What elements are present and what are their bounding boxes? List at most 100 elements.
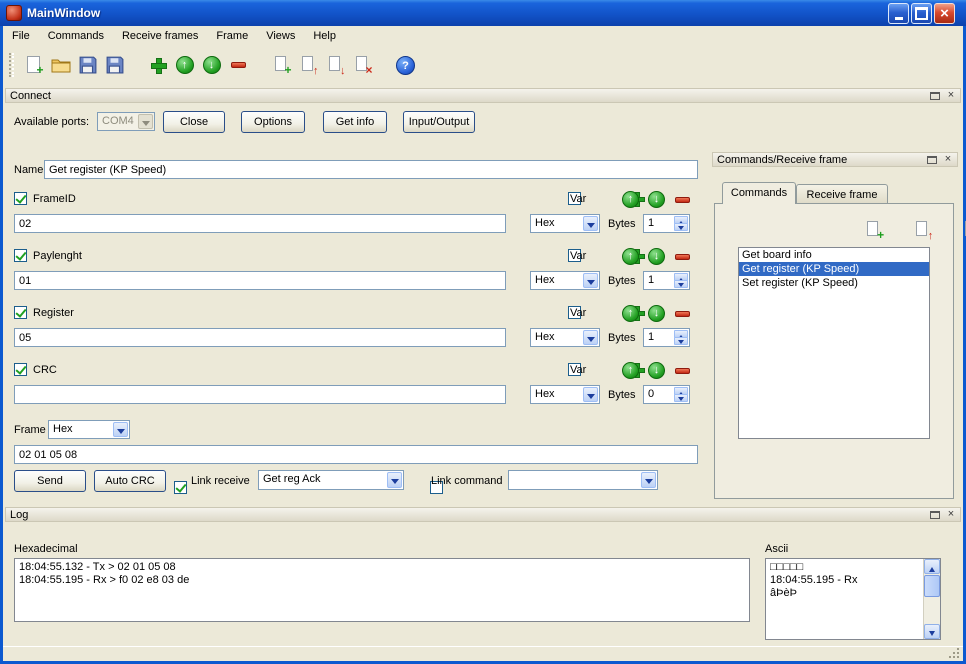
bytes-spinbox[interactable]: 1 [643,214,690,233]
options-button[interactable]: Options [241,111,305,133]
close-button[interactable] [934,3,955,24]
menu-views[interactable]: Views [257,27,304,45]
move-field-down-icon[interactable] [198,52,225,79]
ascii-log-area[interactable]: □□□□□ 18:04:55.195 - Rx âÞèÞ [765,558,941,640]
spin-down-icon[interactable] [674,394,688,402]
field-enabled-checkbox[interactable] [14,192,27,205]
auto-crc-button[interactable]: Auto CRC [94,470,166,492]
move-up-icon[interactable] [622,191,639,208]
link-command-combo[interactable] [508,470,658,490]
new-frame-icon[interactable] [20,52,47,79]
chevron-down-icon[interactable] [583,216,598,231]
field-enabled-checkbox[interactable] [14,306,27,319]
send-button[interactable]: Send [14,470,86,492]
field-value-input[interactable] [14,214,506,233]
field-type-combo[interactable]: Hex [530,328,600,347]
save-as-icon[interactable] [101,52,128,79]
tab-commands[interactable]: Commands [722,182,796,204]
bytes-spinbox[interactable]: 0 [643,385,690,404]
remove-field-icon[interactable] [675,197,690,203]
close-port-button[interactable]: Close [163,111,225,133]
move-down-icon[interactable] [648,362,665,379]
field-type-combo[interactable]: Hex [530,214,600,233]
move-down-icon[interactable] [648,305,665,322]
maximize-button[interactable] [911,3,932,24]
chevron-down-icon[interactable] [387,472,402,488]
field-value-input[interactable] [14,385,506,404]
receive-frame-combo[interactable]: Get reg Ack [258,470,404,490]
tab-receive-frame[interactable]: Receive frame [796,184,888,203]
connect-dock-titlebar[interactable]: Connect [5,88,961,103]
move-up-icon[interactable] [622,305,639,322]
hex-log-area[interactable]: 18:04:55.132 - Tx > 02 01 05 08 18:04:55… [14,558,750,622]
menu-receive-frames[interactable]: Receive frames [113,27,207,45]
move-up-icon[interactable] [622,362,639,379]
bytes-spinbox[interactable]: 1 [643,271,690,290]
scroll-down-icon[interactable] [924,624,940,639]
dock-close-icon[interactable] [943,155,953,165]
command-up-icon[interactable] [295,52,322,79]
menu-help[interactable]: Help [304,27,345,45]
link-receive-checkbox[interactable] [174,481,187,494]
field-type-combo[interactable]: Hex [530,271,600,290]
input-output-button[interactable]: Input/Output [403,111,475,133]
field-enabled-checkbox[interactable] [14,249,27,262]
add-field-icon[interactable] [144,52,171,79]
remove-field-icon[interactable] [675,311,690,317]
frame-value-input[interactable] [14,445,698,464]
menu-frame[interactable]: Frame [207,27,257,45]
minimize-button[interactable] [888,3,909,24]
toolbar-handle[interactable] [9,53,14,77]
chevron-down-icon[interactable] [583,387,598,402]
delete-command-icon[interactable] [349,52,376,79]
save-icon[interactable] [74,52,101,79]
log-dock-titlebar[interactable]: Log [5,507,961,522]
dock-float-icon[interactable] [927,155,937,164]
list-item-selected[interactable]: Get register (KP Speed) [739,262,929,276]
spin-down-icon[interactable] [674,280,688,288]
add-command-icon[interactable] [864,220,884,242]
spin-down-icon[interactable] [674,223,688,231]
move-down-icon[interactable] [648,248,665,265]
frame-type-combo[interactable]: Hex [48,420,130,439]
chevron-down-icon[interactable] [583,273,598,288]
field-enabled-checkbox[interactable] [14,363,27,376]
list-item[interactable]: Get board info [739,248,929,262]
title-bar[interactable]: MainWindow [0,0,966,26]
dock-close-icon[interactable] [946,510,956,520]
port-combo[interactable]: COM4 [97,112,155,131]
field-value-input[interactable] [14,328,506,347]
chevron-down-icon[interactable] [641,472,656,488]
menu-commands[interactable]: Commands [39,27,113,45]
add-command-icon[interactable] [268,52,295,79]
menu-file[interactable]: File [3,27,39,45]
chevron-down-icon[interactable] [138,114,153,129]
list-item[interactable]: Set register (KP Speed) [739,276,929,290]
dock-float-icon[interactable] [930,91,940,100]
remove-field-icon[interactable] [225,52,252,79]
move-field-up-icon[interactable] [171,52,198,79]
remove-field-icon[interactable] [675,254,690,260]
dock-close-icon[interactable] [946,91,956,101]
open-icon[interactable] [47,52,74,79]
ascii-scrollbar[interactable] [923,559,940,639]
commands-dock-titlebar[interactable]: Commands/Receive frame [712,152,958,167]
command-down-icon[interactable] [322,52,349,79]
remove-field-icon[interactable] [675,368,690,374]
command-down-icon[interactable] [962,220,966,240]
field-type-combo[interactable]: Hex [530,385,600,404]
bytes-spinbox[interactable]: 1 [643,328,690,347]
field-value-input[interactable] [14,271,506,290]
resize-grip[interactable] [948,647,960,659]
move-up-icon[interactable] [622,248,639,265]
move-down-icon[interactable] [648,191,665,208]
command-up-icon[interactable] [913,220,933,242]
spin-down-icon[interactable] [674,337,688,345]
chevron-down-icon[interactable] [113,422,128,437]
chevron-down-icon[interactable] [583,330,598,345]
help-icon[interactable] [392,52,419,79]
get-info-button[interactable]: Get info [323,111,387,133]
dock-float-icon[interactable] [930,510,940,519]
scroll-up-icon[interactable] [924,559,940,574]
frame-name-input[interactable] [44,160,698,179]
